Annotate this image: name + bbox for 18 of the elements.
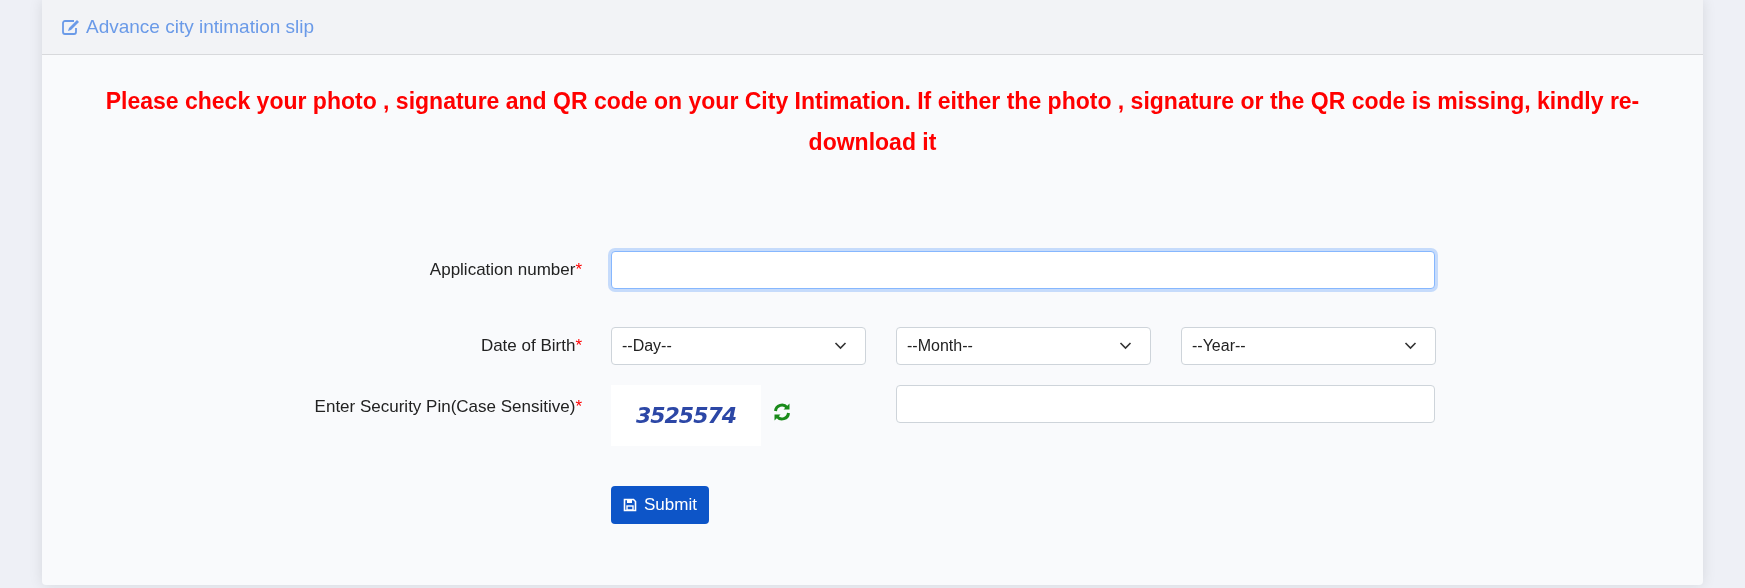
dropdown[interactable]: --Month-- [896, 327, 1151, 365]
application-number-field[interactable] [611, 251, 1435, 289]
security-pin-field[interactable] [896, 385, 1435, 423]
warning-message: Please check your photo , signature and QR code on your City Intimation. If either the photo , signature or the QR code is missing, kindly re-download it [104, 87, 1641, 157]
chevron-down-icon [1404, 342, 1417, 350]
chevron-down-icon [1119, 342, 1132, 350]
save-icon [623, 498, 637, 512]
edit-icon [62, 19, 80, 35]
chevron-down-icon [834, 342, 847, 350]
field-label: Enter Security Pin(Case Sensitive)* [313, 396, 583, 417]
refresh-icon[interactable] [772, 402, 792, 422]
field-label: Date of Birth* [479, 336, 583, 356]
dropdown[interactable]: --Year-- [1181, 327, 1436, 365]
dropdown[interactable]: --Day-- [611, 327, 866, 365]
submit-button[interactable]: Submit [611, 486, 709, 524]
field-label: Application number* [428, 260, 583, 280]
card-title: Advance city intimation slip [86, 16, 315, 38]
captcha-image: 3525574 [611, 385, 761, 446]
